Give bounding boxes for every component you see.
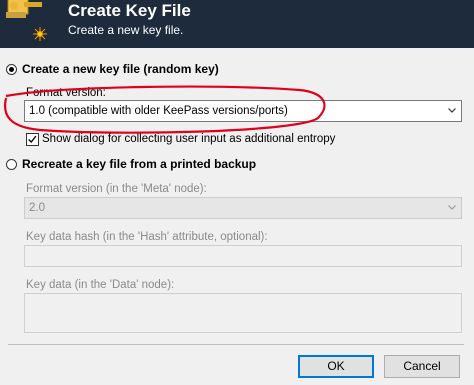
meta-format-select[interactable]: 2.0 (24, 197, 462, 219)
dialog-subtitle: Create a new key file. (68, 23, 184, 37)
dialog-title: Create Key File (68, 1, 191, 20)
chevron-down-icon (448, 205, 456, 210)
cancel-button[interactable]: Cancel (384, 355, 460, 378)
recreate-key-label[interactable]: Recreate a key file from a printed backu… (22, 157, 256, 171)
meta-format-label: Format version (in the 'Meta' node): (26, 183, 207, 195)
meta-format-value: 2.0 (29, 202, 45, 214)
key-hash-label: Key data hash (in the 'Hash' attribute, … (26, 231, 268, 243)
checkmark-icon (28, 135, 37, 144)
key-data-label: Key data (in the 'Data' node): (26, 279, 175, 291)
key-file-icon (6, 0, 47, 41)
format-version-select[interactable]: 1.0 (compatible with older KeePass versi… (24, 100, 462, 122)
dialog-banner: Create Key File Create a new key file. (0, 0, 474, 48)
ok-button[interactable]: OK (298, 355, 374, 378)
format-version-value: 1.0 (compatible with older KeePass versi… (29, 105, 288, 117)
recreate-key-radio[interactable] (6, 159, 17, 170)
create-new-key-radio[interactable] (6, 64, 17, 75)
format-version-label: Format version: (26, 87, 106, 99)
create-new-key-label[interactable]: Create a new key file (random key) (22, 62, 219, 76)
key-hash-input[interactable] (24, 245, 462, 267)
key-data-textarea[interactable] (24, 293, 462, 333)
entropy-checkbox[interactable] (26, 133, 39, 146)
chevron-down-icon (448, 108, 456, 113)
entropy-checkbox-label[interactable]: Show dialog for collecting user input as… (42, 133, 335, 145)
footer-separator (8, 344, 464, 345)
